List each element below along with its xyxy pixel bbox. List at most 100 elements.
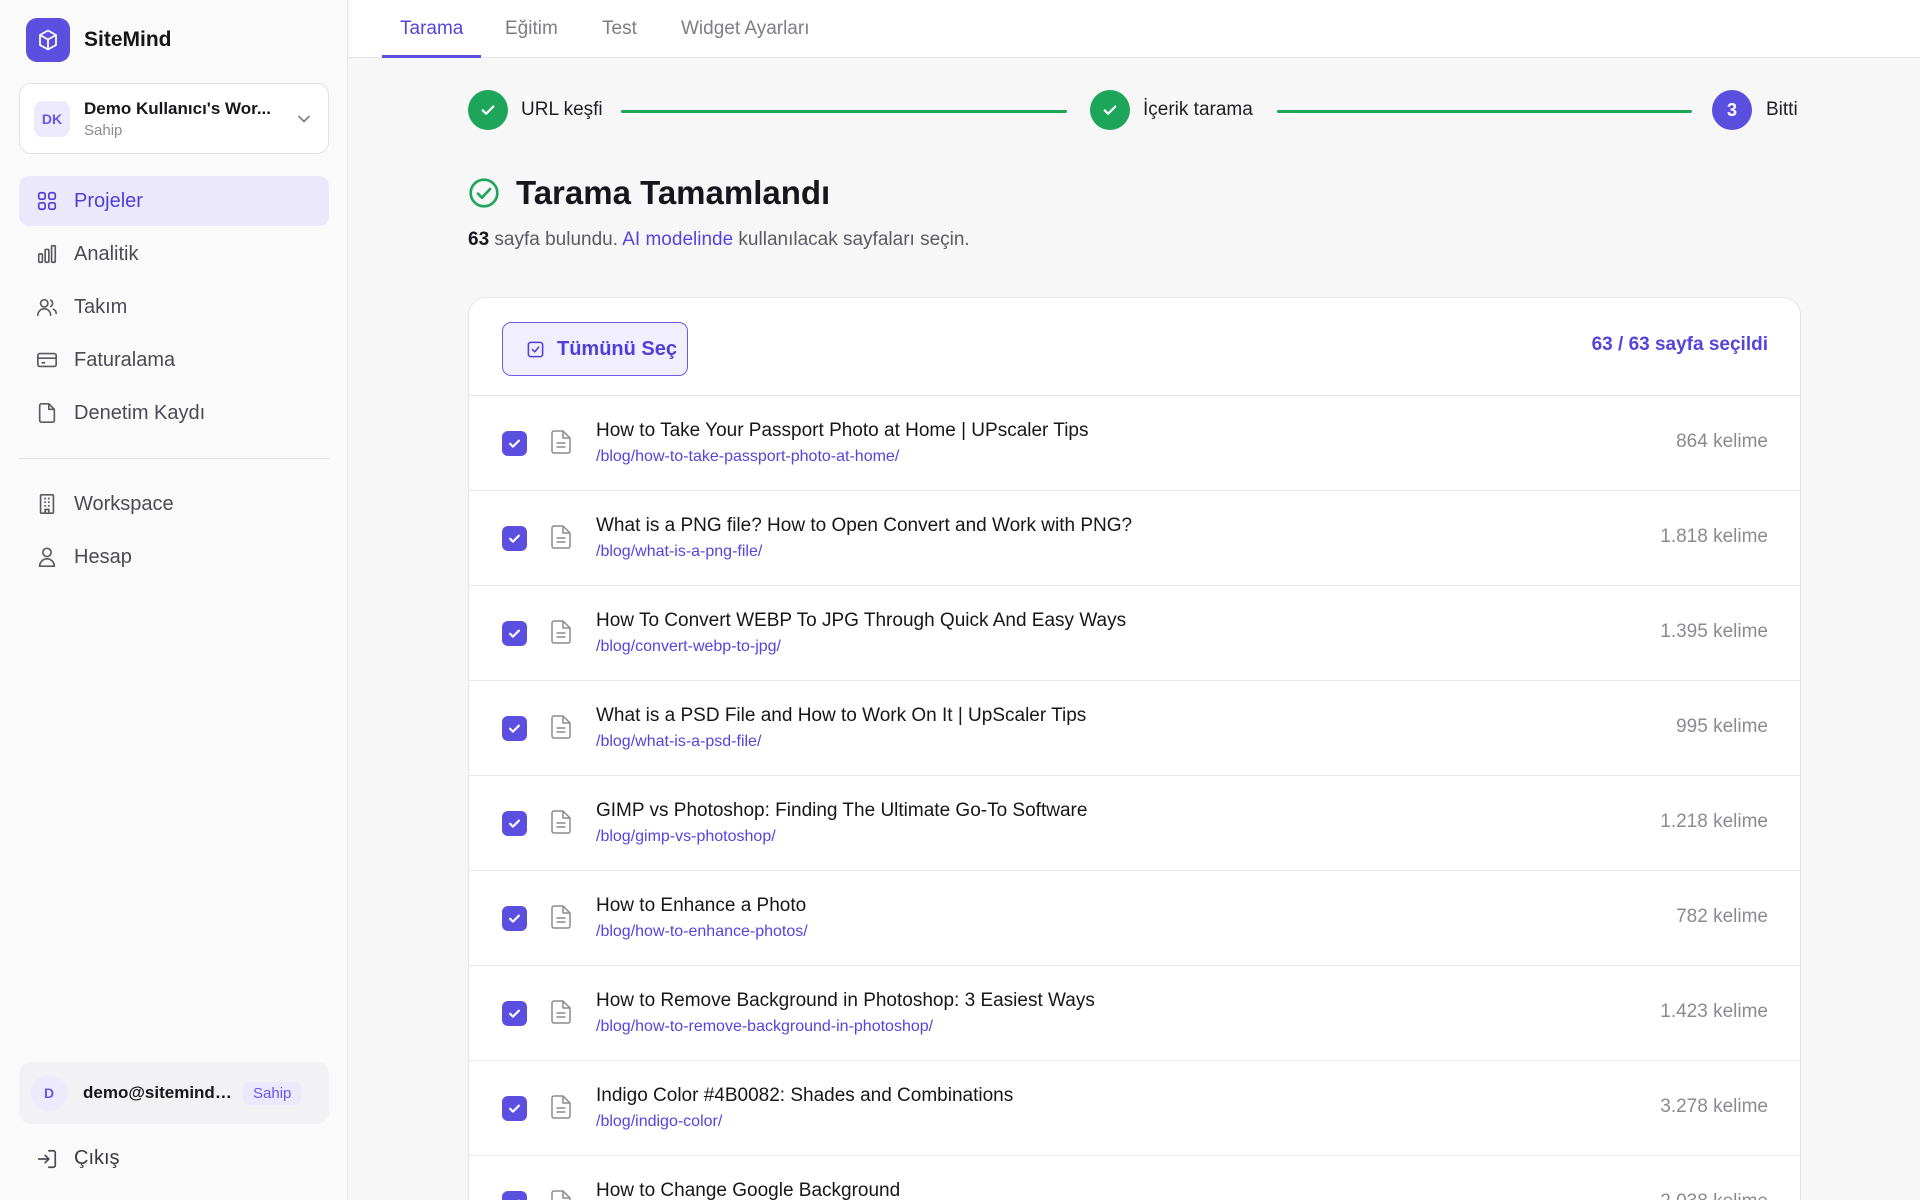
check-icon (509, 819, 520, 828)
checkbox-icon (527, 341, 544, 357)
users-icon (36, 296, 58, 318)
list-item[interactable]: What is a PSD File and How to Work On It… (469, 681, 1800, 776)
page-checkbox[interactable] (502, 431, 527, 456)
step-connector (1277, 110, 1692, 113)
page-url: /blog/how-to-enhance-photos/ (596, 923, 808, 940)
page-title-text: GIMP vs Photoshop: Finding The Ultimate … (596, 800, 1088, 821)
tab-training[interactable]: Eğitim (505, 0, 558, 58)
check-circle-icon (469, 178, 499, 208)
step-label-content-crawl: İçerik tarama (1143, 99, 1253, 120)
check-icon (509, 1009, 520, 1018)
tab-test[interactable]: Test (602, 0, 637, 58)
panel-header: Tümünü Seç 63 / 63 sayfa seçildi (469, 298, 1800, 396)
word-count: 1.395 kelime (1660, 621, 1768, 642)
list-item[interactable]: How To Convert WEBP To JPG Through Quick… (469, 586, 1800, 681)
page-title-text: How to Change Google Background (596, 1180, 901, 1200)
file-icon (36, 402, 58, 424)
sidebar-item-label: Takım (74, 295, 128, 318)
sidebar-item-team[interactable]: Takım (19, 282, 329, 332)
list-item[interactable]: How to Remove Background in Photoshop: 3… (469, 966, 1800, 1061)
avatar: D (31, 1075, 67, 1111)
workspace-avatar: DK (34, 100, 70, 137)
ai-model-link[interactable]: AI modelinde (622, 229, 733, 250)
check-icon (509, 534, 520, 543)
page-title: Tarama Tamamlandı (516, 174, 831, 211)
list-item[interactable]: How to Enhance a Photo /blog/how-to-enha… (469, 871, 1800, 966)
brand[interactable]: SiteMind (26, 18, 172, 62)
logout-button[interactable]: Çıkış (36, 1147, 120, 1170)
document-icon (551, 715, 571, 739)
check-icon (509, 629, 520, 638)
page-url: /blog/indigo-color/ (596, 1113, 723, 1130)
sidebar-nav: Projeler Analitik Takım Faturalama Denet… (19, 176, 329, 585)
document-icon (551, 810, 571, 834)
check-icon (1090, 90, 1130, 130)
page-checkbox[interactable] (502, 621, 527, 646)
list-item[interactable]: GIMP vs Photoshop: Finding The Ultimate … (469, 776, 1800, 871)
word-count: 1.218 kelime (1660, 811, 1768, 832)
check-icon (468, 90, 508, 130)
word-count: 864 kelime (1676, 431, 1768, 452)
page-url: /blog/convert-webp-to-jpg/ (596, 638, 781, 655)
page-checkbox[interactable] (502, 811, 527, 836)
sidebar-item-billing[interactable]: Faturalama (19, 335, 329, 385)
page-list: How to Take Your Passport Photo at Home … (469, 396, 1800, 1200)
sidebar-item-audit-log[interactable]: Denetim Kaydı (19, 388, 329, 438)
sidebar-item-account[interactable]: Hesap (19, 532, 329, 582)
page-url: /blog/what-is-a-png-file/ (596, 543, 763, 560)
user-email: demo@sitemind.... (83, 1083, 233, 1102)
check-icon (509, 1104, 520, 1113)
page-checkbox[interactable] (502, 1191, 527, 1200)
word-count: 1.423 kelime (1660, 1001, 1768, 1022)
document-icon (551, 1095, 571, 1119)
logout-label: Çıkış (74, 1147, 120, 1169)
list-item[interactable]: How to Take Your Passport Photo at Home … (469, 396, 1800, 491)
page-checkbox[interactable] (502, 1096, 527, 1121)
document-icon (551, 905, 571, 929)
logout-icon (37, 1149, 57, 1168)
tab-bar: Tarama Eğitim Test Widget Ayarları (349, 0, 1920, 58)
list-item[interactable]: Indigo Color #4B0082: Shades and Combina… (469, 1061, 1800, 1156)
user-card[interactable]: D demo@sitemind.... Sahip (19, 1062, 329, 1124)
subtitle-text: sayfa bulundu. (489, 229, 623, 250)
check-icon (509, 724, 520, 733)
page-title-text: How To Convert WEBP To JPG Through Quick… (596, 610, 1127, 631)
sidebar-item-label: Hesap (74, 545, 132, 568)
tab-crawl[interactable]: Tarama (381, 0, 482, 58)
cube-logo-icon (26, 18, 70, 62)
bar-chart-icon (36, 243, 58, 265)
word-count: 3.278 kelime (1660, 1096, 1768, 1117)
page-checkbox[interactable] (502, 1001, 527, 1026)
select-all-label: Tümünü Seç (557, 337, 678, 360)
step-label-url-discovery: URL keşfi (521, 99, 603, 120)
check-icon (509, 914, 520, 923)
sidebar-item-label: Projeler (74, 189, 143, 212)
tab-widget-settings[interactable]: Widget Ayarları (681, 0, 809, 58)
sidebar-item-label: Workspace (74, 492, 174, 515)
credit-card-icon (36, 349, 58, 371)
progress-stepper: URL keşfi İçerik tarama 3 Bitti (468, 90, 1802, 132)
page-checkbox[interactable] (502, 906, 527, 931)
check-icon (518, 1199, 520, 1200)
page-url: /blog/how-to-remove-background-in-photos… (596, 1018, 934, 1035)
document-icon (551, 1190, 571, 1200)
selected-count: 63 / 63 sayfa seçildi (1591, 334, 1768, 355)
check-icon (509, 439, 520, 448)
step-label-done: Bitti (1766, 99, 1798, 120)
sidebar-item-analytics[interactable]: Analitik (19, 229, 329, 279)
list-item[interactable]: How to Change Google Background 2.038 ke… (469, 1156, 1800, 1200)
result-heading: Tarama Tamamlandı (468, 174, 830, 212)
document-icon (551, 525, 571, 549)
select-all-button[interactable]: Tümünü Seç (502, 322, 688, 376)
workspace-switcher[interactable]: DK Demo Kullanıcı's Wor... Sahip (19, 83, 329, 154)
page-count: 63 (468, 229, 490, 250)
sidebar-item-workspace[interactable]: Workspace (19, 479, 329, 529)
page-checkbox[interactable] (502, 716, 527, 741)
page-selection-panel: Tümünü Seç 63 / 63 sayfa seçildi How to … (468, 297, 1801, 1200)
page-url: /blog/how-to-take-passport-photo-at-home… (596, 448, 900, 465)
page-checkbox[interactable] (502, 526, 527, 551)
list-item[interactable]: What is a PNG file? How to Open Convert … (469, 491, 1800, 586)
user-icon (36, 546, 58, 568)
sidebar-item-projects[interactable]: Projeler (19, 176, 329, 226)
document-icon (551, 1000, 571, 1024)
